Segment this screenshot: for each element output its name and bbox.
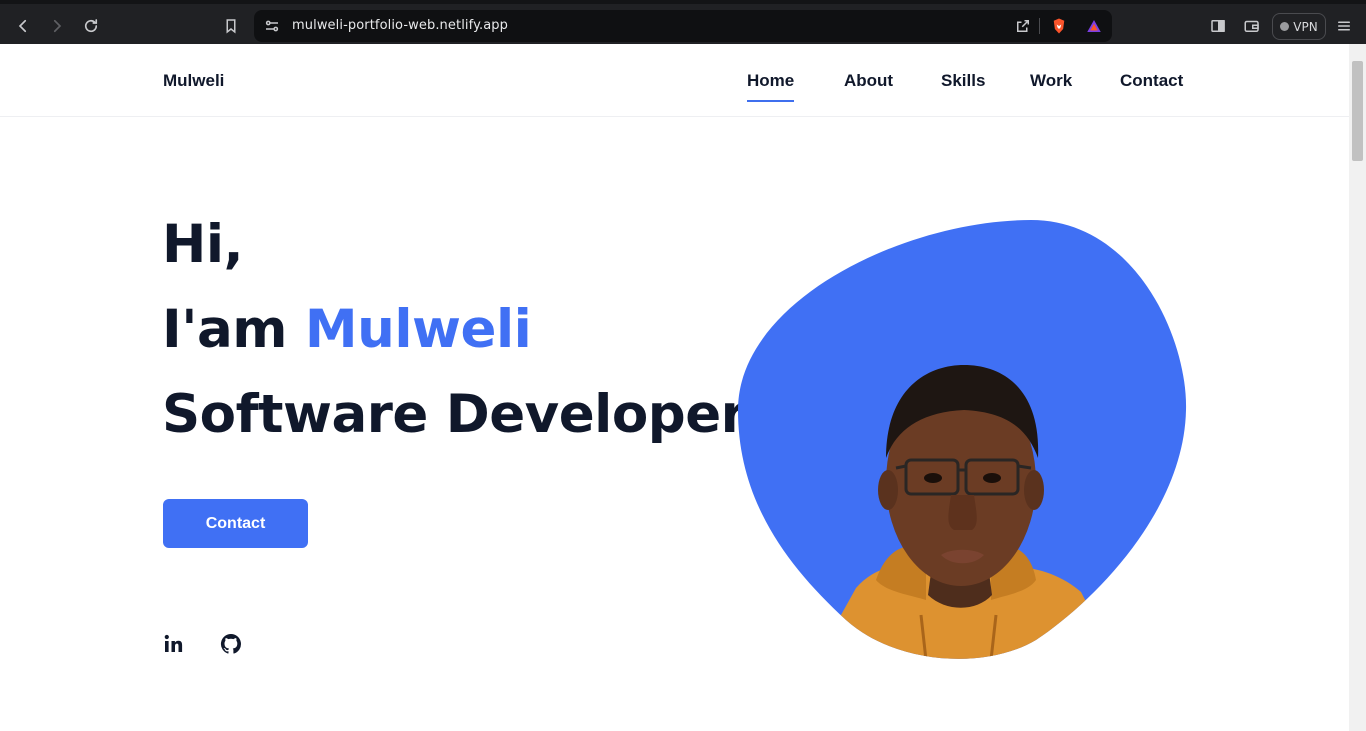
github-icon[interactable] bbox=[219, 632, 243, 656]
hero-role: Software Developer bbox=[162, 384, 747, 445]
nav-about[interactable]: About bbox=[844, 71, 893, 91]
divider bbox=[1039, 18, 1040, 34]
nav-home[interactable]: Home bbox=[747, 71, 795, 102]
vpn-status-icon bbox=[1280, 22, 1290, 31]
linkedin-icon[interactable] bbox=[162, 632, 186, 656]
nav-skills[interactable]: Skills bbox=[941, 71, 985, 91]
back-button[interactable] bbox=[9, 12, 37, 40]
site-header: Mulweli Home About Skills Work Contact bbox=[0, 44, 1349, 117]
sidebar-icon[interactable] bbox=[1204, 12, 1232, 40]
hero-name: Mulweli bbox=[304, 299, 532, 360]
wallet-icon[interactable] bbox=[1238, 12, 1266, 40]
page-viewport: Mulweli Home About Skills Work Contact H… bbox=[0, 44, 1349, 731]
hero-intro-prefix: I'am bbox=[162, 299, 305, 360]
address-bar[interactable]: mulweli-portfolio-web.netlify.app bbox=[254, 10, 1112, 42]
browser-toolbar: mulweli-portfolio-web.netlify.app VPN bbox=[0, 0, 1366, 44]
vpn-label: VPN bbox=[1293, 19, 1318, 34]
brave-shields-icon[interactable] bbox=[1045, 12, 1073, 40]
nav-work[interactable]: Work bbox=[1030, 71, 1072, 91]
bookmark-icon[interactable] bbox=[217, 12, 245, 40]
menu-icon[interactable] bbox=[1330, 12, 1358, 40]
reload-button[interactable] bbox=[77, 12, 105, 40]
nav-contact[interactable]: Contact bbox=[1120, 71, 1183, 91]
hero-intro: I'am Mulweli bbox=[162, 299, 532, 360]
site-settings-icon[interactable] bbox=[258, 12, 286, 40]
site-logo[interactable]: Mulweli bbox=[163, 71, 224, 91]
contact-button[interactable]: Contact bbox=[163, 499, 308, 548]
page-scrollbar[interactable] bbox=[1349, 44, 1366, 731]
forward-button[interactable] bbox=[43, 12, 71, 40]
share-icon[interactable] bbox=[1009, 12, 1037, 40]
vpn-button[interactable]: VPN bbox=[1272, 13, 1326, 40]
scroll-thumb[interactable] bbox=[1352, 61, 1363, 161]
profile-portrait bbox=[738, 220, 1187, 659]
url-text: mulweli-portfolio-web.netlify.app bbox=[292, 18, 509, 33]
hero-greeting: Hi, bbox=[162, 214, 244, 275]
brave-rewards-icon[interactable] bbox=[1080, 12, 1108, 40]
